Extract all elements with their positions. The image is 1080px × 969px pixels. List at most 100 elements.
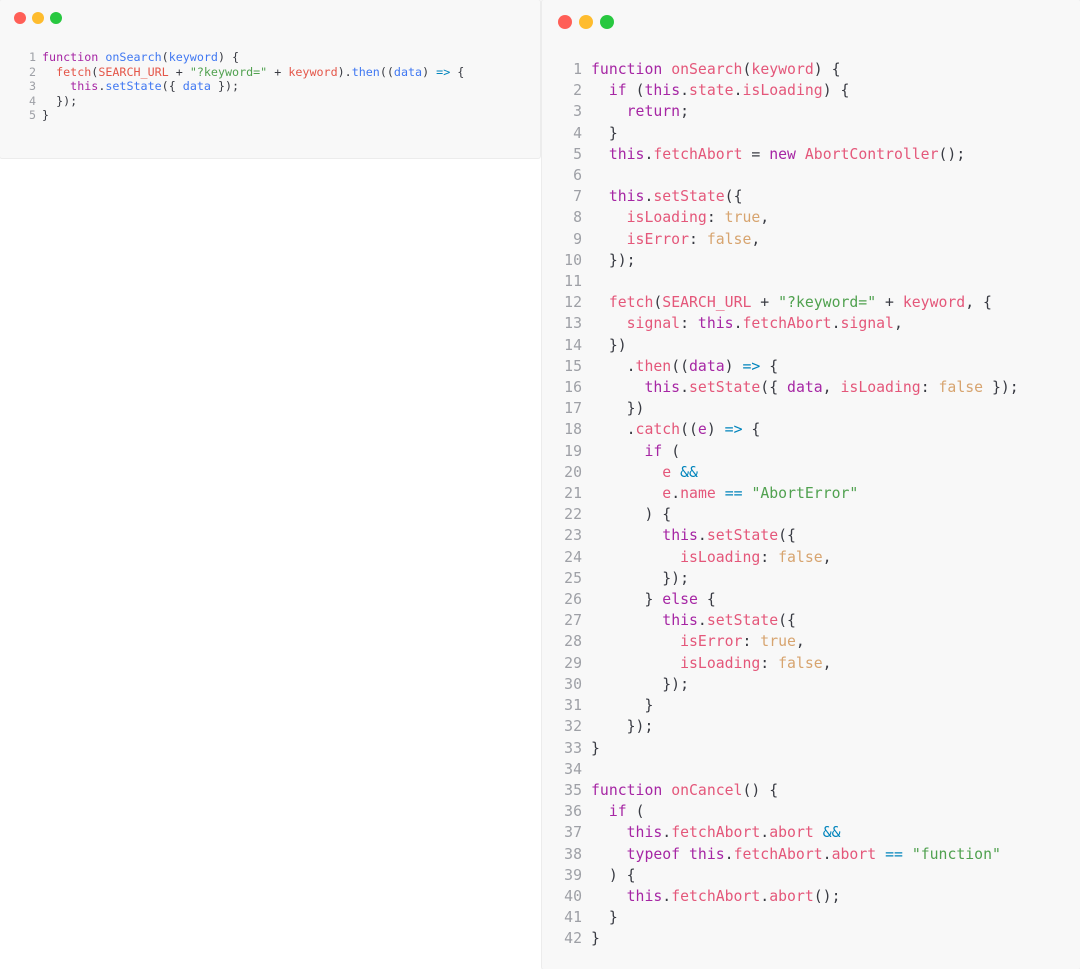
code-token: isError [680,633,743,651]
line-number: 3 [28,79,36,93]
code-token: this [644,379,681,397]
code-token: , { [965,294,992,312]
code-token: isLoading [626,209,707,227]
code-token: then [351,64,380,79]
code-token: . [724,845,734,863]
code-token: fetchAbort [742,315,832,333]
code-token: = [742,145,770,163]
code-token: (); [938,145,966,163]
code-token: then [635,357,672,375]
code-token: . [760,887,770,905]
code-token: == [724,485,743,503]
code-line: 37 this.fetchAbort.abort && [560,822,1019,843]
code-token: . [822,845,832,863]
code-token: data [689,357,725,375]
line-number: 12 [564,294,582,312]
code-line: 11 [560,271,1019,292]
line-number: 9 [573,230,582,248]
code-token: keyword [168,50,218,64]
code-token: "?keyword=" [189,64,268,79]
minimize-dot-icon[interactable] [579,15,593,29]
line-number: 3 [573,103,582,121]
code-token: AbortController [804,145,939,163]
code-token: setState [706,612,779,630]
line-number: 32 [564,718,582,736]
minimize-dot-icon[interactable] [32,12,44,24]
code-token: }); [210,79,240,93]
line-number: 16 [564,379,582,397]
code-token: function [591,781,663,799]
code-token: ({ [161,79,183,93]
code-line: 2 fetch(SEARCH_URL + "?keyword=" + keywo… [28,65,464,80]
code-line: 9 isError: false, [560,229,1019,250]
line-number: 26 [564,591,582,609]
code-token: { [450,64,465,79]
code-token: ( [626,82,645,100]
code-token: ) [724,357,743,375]
code-token: } [591,909,618,927]
code-token: new [769,145,796,163]
code-token: . [680,82,690,100]
code-line: 1 function onSearch(keyword) { [28,50,464,65]
code-token: ) [422,64,437,79]
code-token: (( [671,357,690,375]
code-line: 8 isLoading: true, [560,207,1019,228]
code-line: 12 fetch(SEARCH_URL + "?keyword=" + keyw… [560,292,1019,313]
code-token: }) [591,336,627,354]
line-number: 42 [564,930,582,948]
code-token: catch [635,421,681,439]
code-line: 41 } [560,907,1019,928]
code-token: ( [161,50,169,64]
code-line: 35 function onCancel() { [560,780,1019,801]
code-token: this [626,824,663,842]
close-dot-icon[interactable] [14,12,26,24]
line-number: 31 [564,697,582,715]
code-token: => [724,421,743,439]
code-token: ({ [778,527,796,545]
line-number: 27 [564,612,582,630]
line-number: 5 [573,145,582,163]
code-token: }); [591,718,654,736]
code-token: , [822,379,841,397]
code-token: : [760,548,779,566]
zoom-dot-icon[interactable] [50,12,62,24]
code-token: data [393,64,423,79]
line-number: 37 [564,824,582,842]
code-token: , [822,654,832,672]
zoom-dot-icon[interactable] [600,15,614,29]
code-line: 3 this.setState({ data }); [28,79,464,94]
code-token: fetchAbort [653,145,743,163]
code-token: } [42,108,50,122]
line-number: 33 [564,739,582,757]
line-number: 13 [564,315,582,333]
line-number: 17 [564,400,582,418]
code-token: else [662,591,698,609]
code-token: keyword [751,61,814,78]
code-token: function [42,50,99,64]
code-token: . [697,527,707,545]
line-number: 6 [573,167,582,185]
code-token: state [689,82,734,100]
code-token: this [608,188,645,206]
code-token: ({ [778,612,796,630]
line-number: 36 [564,803,582,821]
code-token: }); [591,675,689,693]
close-dot-icon[interactable] [558,15,572,29]
code-token: ) { [591,506,672,524]
code-line: 5} [28,108,464,123]
line-number: 4 [573,124,582,142]
code-line: 42} [560,928,1019,949]
